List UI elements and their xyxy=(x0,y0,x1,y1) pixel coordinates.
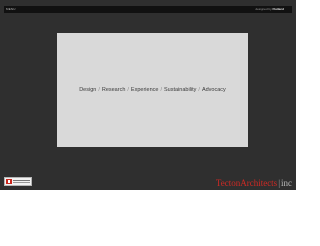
badge-text-lines xyxy=(13,180,30,181)
nav-separator: / xyxy=(98,87,100,93)
certification-badge-icon[interactable] xyxy=(4,177,32,186)
hero-panel: Design / Research / Experience / Sustainabilit… xyxy=(57,33,248,147)
nav-separator: / xyxy=(160,87,162,93)
logo-suffix: inc xyxy=(281,178,292,188)
nav-item-experience[interactable]: Experience xyxy=(131,87,159,93)
nav-item-design[interactable]: Design xyxy=(79,87,96,93)
logo-separator: | xyxy=(278,178,280,188)
nav-separator: / xyxy=(127,87,129,93)
designed-by-prefix: designed by xyxy=(255,7,272,11)
designer-name[interactable]: Flatland xyxy=(272,7,284,11)
nav-item-sustainability[interactable]: Sustainability xyxy=(164,87,196,93)
company-logo[interactable]: TectonArchitects|inc xyxy=(216,178,292,188)
nav-item-advocacy[interactable]: Advocacy xyxy=(202,87,226,93)
top-bar xyxy=(4,6,292,13)
badge-mark-icon xyxy=(6,179,12,184)
menu-button[interactable]: MENU xyxy=(6,7,16,12)
logo-main: TectonArchitects xyxy=(215,178,278,188)
nav-separator: / xyxy=(198,87,200,93)
nav-item-research[interactable]: Research xyxy=(102,87,126,93)
main-nav: Design / Research / Experience / Sustainabilit… xyxy=(57,86,248,94)
designed-by-credit[interactable]: designed by Flatland xyxy=(255,7,284,12)
